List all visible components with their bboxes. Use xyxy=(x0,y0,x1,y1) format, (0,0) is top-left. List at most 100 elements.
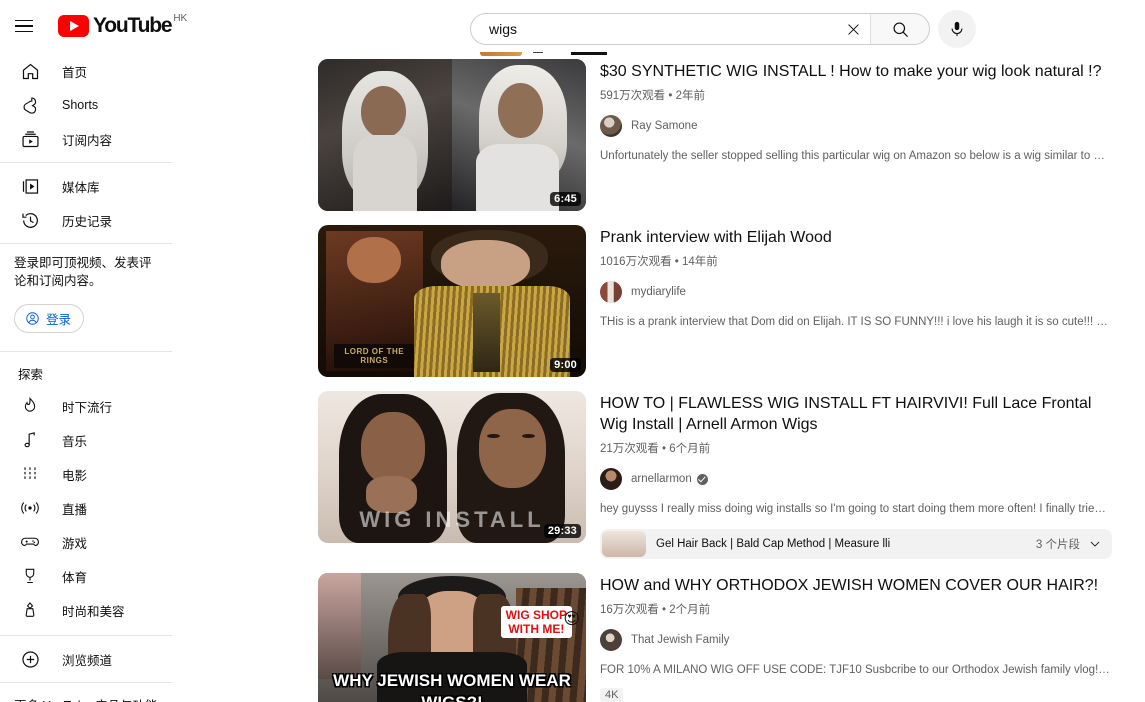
sidebar-item-label: 时尚和美容 xyxy=(62,604,125,619)
sidebar-item-music[interactable]: 音乐 xyxy=(6,425,166,455)
sidebar-item-library[interactable]: 媒体库 xyxy=(6,171,166,201)
sidebar-divider xyxy=(0,351,172,352)
more-products-title: 更多 YouTube 产品与功能 xyxy=(0,691,172,702)
video-chapters-strip[interactable]: Gel Hair Back | Bald Cap Method | Measur… xyxy=(600,529,1112,559)
channel-row[interactable]: Ray Samone xyxy=(600,115,1145,137)
hamburger-menu-icon[interactable] xyxy=(4,6,44,46)
clear-search-icon[interactable] xyxy=(836,14,870,44)
sidebar-item-browse-channels[interactable]: 浏览频道 xyxy=(6,644,166,674)
microphone-icon xyxy=(951,21,963,36)
sidebar-item-shorts[interactable]: Shorts xyxy=(6,90,166,120)
signin-button[interactable]: 登录 xyxy=(14,304,85,333)
youtube-play-icon xyxy=(58,15,89,37)
search-icon xyxy=(892,21,908,37)
gaming-controller-icon xyxy=(18,530,42,554)
signin-button-label: 登录 xyxy=(46,313,72,327)
heart-eyes-emoji-icon: 😍 xyxy=(563,611,580,628)
home-icon xyxy=(18,59,42,83)
channel-name[interactable]: Ray Samone xyxy=(631,120,697,132)
search-result-item[interactable]: LORD OF THE RINGS 9:00 Prank interview w… xyxy=(318,225,1145,377)
chevron-down-icon[interactable] xyxy=(1088,537,1102,551)
video-duration: 29:33 xyxy=(543,524,581,538)
sidebar-item-gaming[interactable]: 游戏 xyxy=(6,527,166,557)
sidebar-item-fashion-beauty[interactable]: 时尚和美容 xyxy=(6,595,166,625)
channel-row[interactable]: arnellarmon xyxy=(600,468,1145,490)
library-icon xyxy=(18,174,42,198)
account-circle-icon xyxy=(26,312,39,325)
sidebar-item-label: 浏览频道 xyxy=(62,653,113,668)
channel-row[interactable]: mydiarylife xyxy=(600,281,1145,303)
sidebar-divider xyxy=(0,635,172,636)
sidebar-item-live[interactable]: 直播 xyxy=(6,493,166,523)
sidebar-item-subscriptions[interactable]: 订阅内容 xyxy=(6,124,166,154)
video-stats: 591万次观看 • 2年前 xyxy=(600,90,705,102)
sidebar-primary-group: 首页 Shorts 订阅内容 xyxy=(0,56,172,154)
video-thumbnail[interactable]: 6:45 xyxy=(318,59,586,211)
hamburger-line xyxy=(15,19,33,22)
sidebar-divider xyxy=(0,162,172,163)
sidebar-item-trending[interactable]: 时下流行 xyxy=(6,391,166,421)
subscriptions-icon xyxy=(18,127,42,151)
channel-name[interactable]: mydiarylife xyxy=(631,286,686,298)
sliver-thumb-fragment xyxy=(480,52,522,56)
sidebar-item-label: 媒体库 xyxy=(62,180,100,195)
search-result-item[interactable]: WIG INSTALL 29:33 HOW TO | FLAWLESS WIG … xyxy=(318,391,1145,559)
youtube-logo[interactable]: YouTube HK xyxy=(58,6,187,46)
sliver-text-fragment xyxy=(571,52,607,55)
sidebar-item-movies[interactable]: 电影 xyxy=(6,459,166,489)
channel-avatar[interactable] xyxy=(600,468,622,490)
chapter-thumbnail xyxy=(602,531,646,557)
sidebar-item-label: Shorts xyxy=(62,98,99,112)
sidebar-item-sports[interactable]: 体育 xyxy=(6,561,166,591)
thumbnail-caption-line-1: WHY JEWISH WOMEN WEAR xyxy=(333,671,571,690)
video-thumbnail[interactable]: WIG SHOP WITH ME! 😍 WHY JEWISH WOMEN WEA… xyxy=(318,573,586,702)
top-bar: YouTube HK xyxy=(0,0,1145,52)
search-result-item[interactable]: 6:45 $30 SYNTHETIC WIG INSTALL ! How to … xyxy=(318,59,1145,211)
video-stats: 16万次观看 • 2个月前 xyxy=(600,604,711,616)
sidebar-item-home[interactable]: 首页 xyxy=(6,56,166,86)
film-icon xyxy=(18,462,42,486)
video-description: FOR 10% A MILANO WIG OFF USE CODE: TJF10… xyxy=(600,664,1112,676)
search-results-list: 6:45 $30 SYNTHETIC WIG INSTALL ! How to … xyxy=(318,52,1145,702)
sidebar-item-label: 游戏 xyxy=(62,536,88,551)
video-duration: 6:45 xyxy=(550,192,581,206)
verified-badge-icon xyxy=(696,473,708,485)
video-stats: 1016万次观看 • 14年前 xyxy=(600,256,718,268)
signin-block: 登录即可顶视频、发表评论和订阅内容。 登录 xyxy=(0,252,172,333)
quality-badge-4k: 4K xyxy=(600,688,624,702)
video-title[interactable]: HOW and WHY ORTHODOX JEWISH WOMEN COVER … xyxy=(600,575,1112,596)
voice-search-button[interactable] xyxy=(938,10,976,48)
trending-flame-icon xyxy=(18,394,42,418)
country-code-label: HK xyxy=(173,13,188,24)
explore-section-title: 探索 xyxy=(18,368,44,382)
channel-avatar[interactable] xyxy=(600,629,622,651)
hamburger-line xyxy=(15,25,33,27)
search-result-item[interactable]: WIG SHOP WITH ME! 😍 WHY JEWISH WOMEN WEA… xyxy=(318,573,1145,702)
search-submit-button[interactable] xyxy=(870,13,930,45)
sidebar-item-label: 直播 xyxy=(62,502,88,517)
video-metadata: Prank interview with Elijah Wood 1016万次观… xyxy=(586,225,1145,377)
sidebar-item-label: 体育 xyxy=(62,570,88,585)
video-thumbnail[interactable]: WIG INSTALL 29:33 xyxy=(318,391,586,543)
video-title[interactable]: Prank interview with Elijah Wood xyxy=(600,227,1112,248)
sidebar-item-label: 时下流行 xyxy=(62,400,113,415)
video-thumbnail[interactable]: LORD OF THE RINGS 9:00 xyxy=(318,225,586,377)
channel-avatar[interactable] xyxy=(600,281,622,303)
channel-name[interactable]: arnellarmon xyxy=(631,473,692,485)
scrolled-content-sliver xyxy=(318,52,1145,59)
search-area xyxy=(470,10,976,48)
thumbnail-art xyxy=(318,59,452,211)
video-title[interactable]: HOW TO | FLAWLESS WIG INSTALL FT HAIRVIV… xyxy=(600,393,1112,435)
search-box[interactable] xyxy=(470,13,870,45)
sidebar-divider xyxy=(0,682,172,683)
sidebar-item-history[interactable]: 历史记录 xyxy=(6,205,166,235)
history-icon xyxy=(18,208,42,232)
channel-avatar[interactable] xyxy=(600,115,622,137)
search-input[interactable] xyxy=(487,14,836,44)
video-stats: 21万次观看 • 6个月前 xyxy=(600,443,711,455)
video-title[interactable]: $30 SYNTHETIC WIG INSTALL ! How to make … xyxy=(600,61,1112,82)
sidebar-divider xyxy=(0,243,172,244)
channel-row[interactable]: That Jewish Family xyxy=(600,629,1145,651)
channel-name[interactable]: That Jewish Family xyxy=(631,634,729,646)
sidebar-library-group: 媒体库 历史记录 xyxy=(0,171,172,235)
